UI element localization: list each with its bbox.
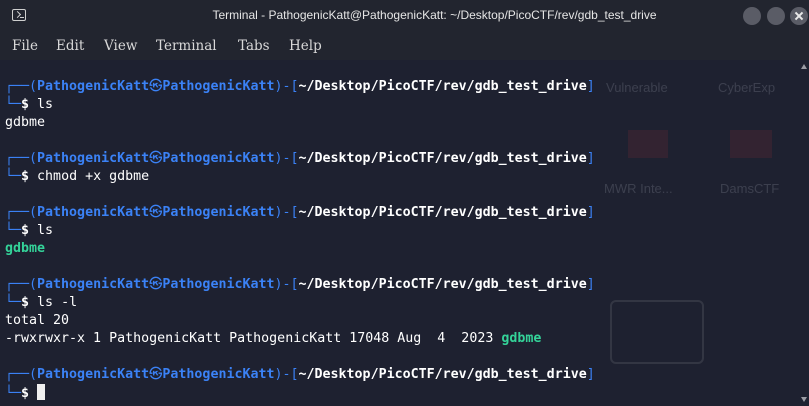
- scroll-up-arrow-icon[interactable]: [801, 64, 807, 69]
- menu-help[interactable]: Help: [289, 38, 322, 54]
- listing-filename: gdbme: [501, 331, 542, 346]
- close-button[interactable]: [790, 7, 808, 25]
- command-text: chmod +x gdbme: [37, 169, 150, 184]
- output-listing: -rwxrwxr-x 1 PathogenicKatt PathogenicKa…: [5, 331, 542, 346]
- terminal-window: Terminal - PathogenicKatt@PathogenicKatt…: [0, 0, 809, 406]
- menu-file[interactable]: File: [12, 38, 38, 54]
- terminal-area[interactable]: Vulnerable CyberExp MWR Inte... DamsCTF …: [0, 60, 800, 406]
- menu-edit[interactable]: Edit: [56, 38, 84, 54]
- background-wallpaper: Vulnerable CyberExp MWR Inte... DamsCTF: [600, 60, 800, 406]
- output-line: gdbme: [5, 115, 46, 130]
- ghost-text-vulnerable: Vulnerable: [606, 80, 668, 95]
- command-text: ls: [37, 223, 54, 238]
- prompt-line: ┌──(PathogenicKatt㉿PathogenicKatt)-[~/De…: [5, 277, 595, 292]
- menu-bar: File Edit View Terminal Tabs Help: [0, 32, 809, 60]
- ghost-icon-2: [730, 130, 772, 158]
- scroll-down-arrow-icon[interactable]: [801, 397, 807, 402]
- prompt-line: ┌──(PathogenicKatt㉿PathogenicKatt)-[~/De…: [5, 367, 595, 382]
- window-title: Terminal - PathogenicKatt@PathogenicKatt…: [212, 8, 657, 22]
- ghost-text-mwr: MWR Inte...: [604, 181, 673, 196]
- command-line: └─$ chmod +x gdbme: [5, 169, 150, 184]
- menu-view[interactable]: View: [104, 38, 137, 54]
- minimize-button[interactable]: [743, 7, 761, 25]
- ghost-text-damsctf: DamsCTF: [720, 181, 780, 196]
- maximize-button[interactable]: [767, 7, 785, 25]
- title-bar[interactable]: Terminal - PathogenicKatt@PathogenicKatt…: [0, 0, 809, 32]
- ghost-icon-3: [610, 300, 704, 364]
- prompt-line: ┌──(PathogenicKatt㉿PathogenicKatt)-[~/De…: [5, 151, 595, 166]
- active-command-line[interactable]: └─$: [5, 384, 46, 402]
- output-executable: gdbme: [5, 241, 46, 256]
- command-text: ls: [37, 97, 54, 112]
- ghost-text-cyberexp: CyberExp: [718, 80, 776, 95]
- text-cursor: [37, 384, 46, 400]
- menu-tabs[interactable]: Tabs: [238, 38, 270, 54]
- menu-terminal[interactable]: Terminal: [156, 38, 217, 54]
- command-line: └─$ ls: [5, 223, 54, 238]
- prompt-line: ┌──(PathogenicKatt㉿PathogenicKatt)-[~/De…: [5, 79, 595, 94]
- output-total: total 20: [5, 313, 70, 328]
- prompt-line: ┌──(PathogenicKatt㉿PathogenicKatt)-[~/De…: [5, 205, 595, 220]
- command-text: ls -l: [37, 295, 78, 310]
- command-line: └─$ ls: [5, 97, 54, 112]
- command-line: └─$ ls -l: [5, 295, 78, 310]
- scrollbar[interactable]: [800, 60, 809, 406]
- ghost-icon-1: [628, 130, 668, 158]
